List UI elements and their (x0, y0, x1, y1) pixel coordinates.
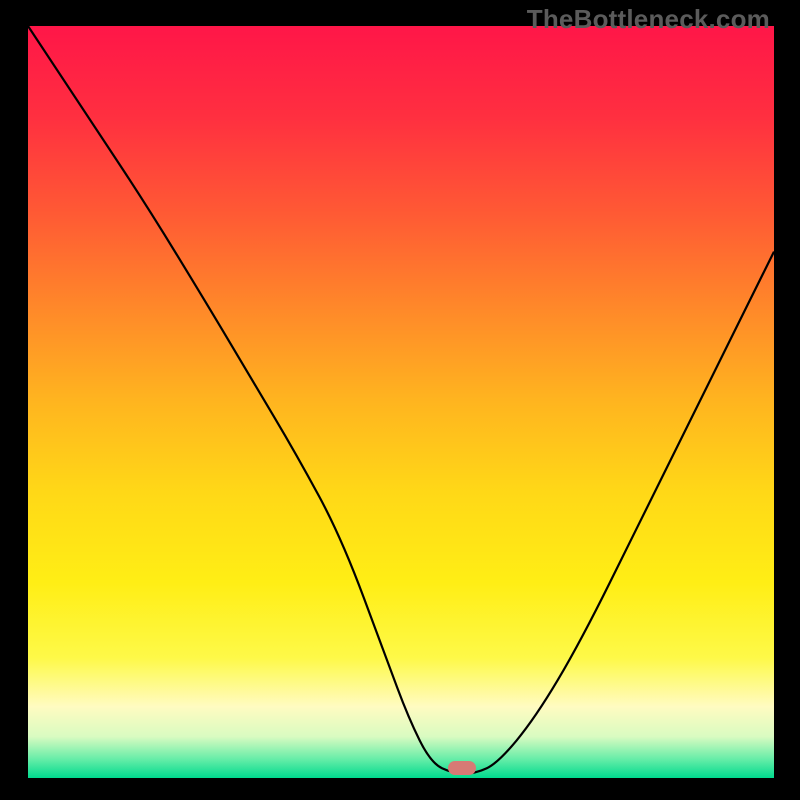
plot-area (28, 26, 774, 778)
optimal-point-marker (448, 761, 476, 775)
chart-frame: TheBottleneck.com (0, 0, 800, 800)
watermark-text: TheBottleneck.com (527, 4, 770, 35)
bottleneck-curve (28, 26, 774, 778)
